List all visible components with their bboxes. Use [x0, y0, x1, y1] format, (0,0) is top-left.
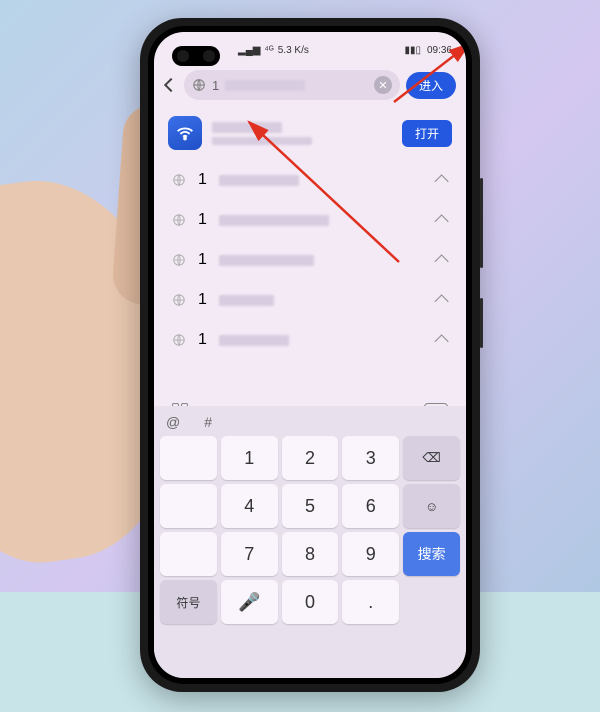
key-1[interactable]: 1 [221, 436, 278, 480]
fill-arrow-icon[interactable] [435, 174, 449, 188]
key-8[interactable]: 8 [282, 532, 339, 576]
key-6[interactable]: 6 [342, 484, 399, 528]
clear-icon[interactable]: ✕ [374, 76, 392, 94]
address-input[interactable]: 1 ✕ [184, 70, 400, 100]
camera-cutout [172, 46, 220, 66]
fill-arrow-icon[interactable] [435, 294, 449, 308]
suggestion-item[interactable]: 1 [154, 240, 466, 280]
key-blank[interactable] [160, 532, 217, 576]
suggestion-item[interactable]: 1 [154, 200, 466, 240]
suggestion-obscured [219, 175, 299, 186]
key-dot[interactable]: . [342, 580, 399, 624]
hash-symbol[interactable]: # [204, 414, 212, 430]
key-symbols[interactable]: 符号 [160, 580, 217, 624]
suggestion-item[interactable]: 1 [154, 160, 466, 200]
key-emoji[interactable]: ☺ [403, 484, 460, 528]
key-4[interactable]: 4 [221, 484, 278, 528]
fill-arrow-icon[interactable] [435, 214, 449, 228]
suggestion-obscured [219, 295, 274, 306]
address-bar-row: 1 ✕ 进入 [154, 64, 466, 106]
globe-icon [172, 253, 186, 267]
suggestion-prefix: 1 [198, 291, 207, 309]
power-button [480, 298, 483, 348]
suggestion-prefix: 1 [198, 211, 207, 229]
globe-icon [172, 333, 186, 347]
globe-icon [172, 173, 186, 187]
enter-button[interactable]: 进入 [406, 72, 456, 99]
open-button[interactable]: 打开 [402, 120, 452, 147]
top-result-text [212, 122, 392, 145]
suggestion-prefix: 1 [198, 331, 207, 349]
volume-button [480, 178, 483, 268]
suggestion-obscured [219, 215, 329, 226]
address-typed: 1 [212, 78, 219, 93]
fill-arrow-icon[interactable] [435, 254, 449, 268]
key-search[interactable]: 搜索 [403, 532, 460, 576]
globe-icon [172, 293, 186, 307]
key-blank[interactable] [160, 436, 217, 480]
key-5[interactable]: 5 [282, 484, 339, 528]
key-7[interactable]: 7 [221, 532, 278, 576]
suggestion-list: 1 1 1 [154, 160, 466, 360]
suggestion-prefix: 1 [198, 171, 207, 189]
at-symbol[interactable]: @ [166, 414, 180, 430]
phone-frame: ▂▄▆ ⁴ᴳ 5.3 K/s ▮▮▯ 09:36 1 ✕ 进入 [140, 18, 480, 692]
key-blank[interactable] [160, 484, 217, 528]
phone-screen: ▂▄▆ ⁴ᴳ 5.3 K/s ▮▮▯ 09:36 1 ✕ 进入 [154, 32, 466, 678]
fill-arrow-icon[interactable] [435, 334, 449, 348]
status-time: 09:36 [427, 45, 452, 56]
globe-icon [172, 213, 186, 227]
suggestion-item[interactable]: 1 [154, 280, 466, 320]
numeric-keyboard: @ # 1 2 3 ⌫ 4 5 6 ☺ 7 8 9 [154, 406, 466, 678]
wifi-app-icon [168, 116, 202, 150]
suggestion-item[interactable]: 1 [154, 320, 466, 360]
key-2[interactable]: 2 [282, 436, 339, 480]
top-result-card[interactable]: 打开 [154, 106, 466, 160]
key-3[interactable]: 3 [342, 436, 399, 480]
key-backspace[interactable]: ⌫ [403, 436, 460, 480]
key-9[interactable]: 9 [342, 532, 399, 576]
symbol-row: @ # [158, 410, 462, 434]
suggestion-obscured [219, 335, 289, 346]
key-mic[interactable]: 🎤 [221, 580, 278, 624]
address-obscured [225, 80, 305, 91]
suggestion-obscured [219, 255, 314, 266]
network-type: ⁴ᴳ [264, 45, 273, 56]
signal-icon: ▂▄▆ [238, 45, 260, 56]
battery-icon: ▮▮▯ [404, 45, 421, 56]
key-0[interactable]: 0 [282, 580, 339, 624]
network-speed: 5.3 K/s [278, 45, 309, 56]
back-icon[interactable] [164, 78, 178, 92]
suggestion-prefix: 1 [198, 251, 207, 269]
globe-icon [192, 78, 206, 92]
